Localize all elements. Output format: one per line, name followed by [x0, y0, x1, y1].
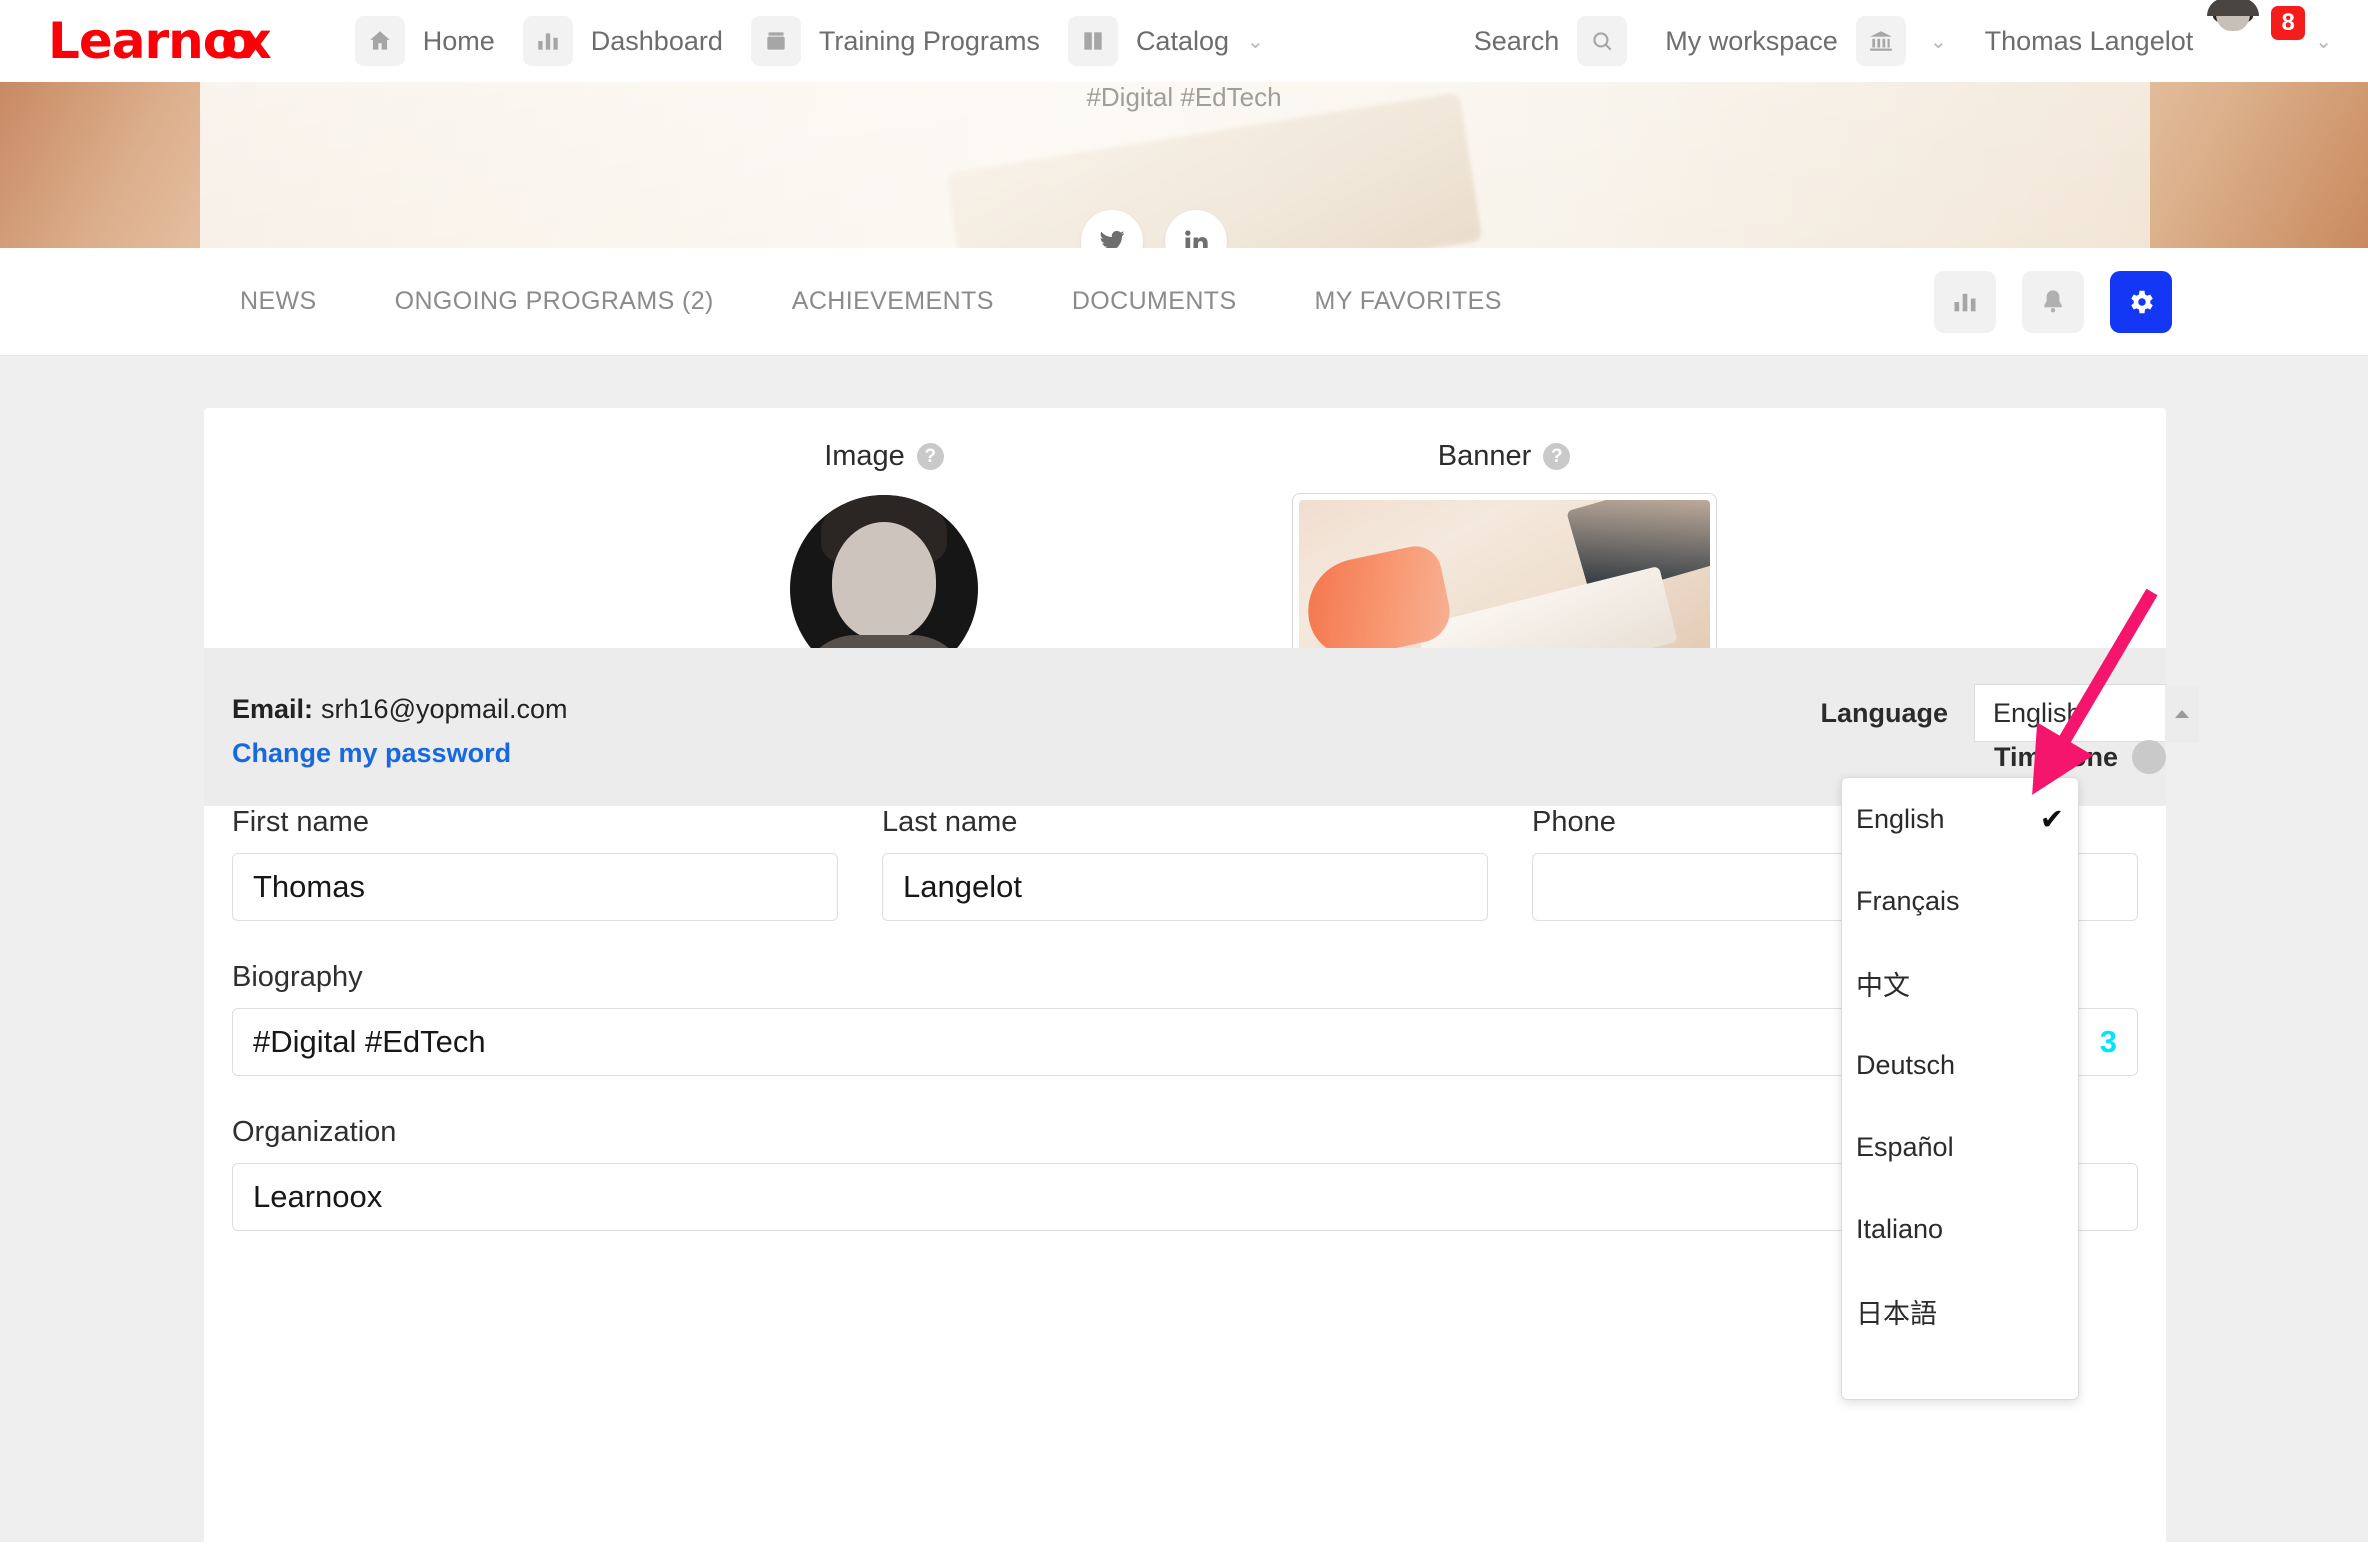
- last-name-field: Last name Langelot: [882, 806, 1488, 921]
- nav-item-dashboard-label: Dashboard: [590, 25, 723, 56]
- nav-item-home-label: Home: [422, 25, 495, 56]
- search-label[interactable]: Search: [1474, 26, 1560, 57]
- tab-documents[interactable]: DOCUMENTS: [1072, 287, 1237, 316]
- change-password-link[interactable]: Change my password: [232, 738, 511, 769]
- linkedin-icon[interactable]: [1165, 210, 1227, 248]
- language-option-italiano[interactable]: Italiano: [1842, 1188, 2078, 1270]
- timezone-help-icon[interactable]: [2132, 740, 2166, 774]
- image-label: Image: [824, 440, 905, 472]
- home-icon: [354, 16, 405, 66]
- hidden-field-value: 3: [2099, 1024, 2117, 1059]
- folder-icon: [750, 16, 801, 66]
- language-option-japanese[interactable]: 日本語: [1842, 1270, 2078, 1352]
- email-row: Email: srh16@yopmail.com: [232, 694, 568, 725]
- language-option-espanol-label: Español: [1856, 1131, 1954, 1162]
- last-name-input[interactable]: Langelot: [882, 853, 1488, 921]
- banner-help-icon[interactable]: ?: [1543, 443, 1571, 470]
- nav-item-dashboard[interactable]: Dashboard: [522, 16, 723, 66]
- banner-label: Banner: [1437, 440, 1532, 472]
- image-help-icon[interactable]: ?: [916, 443, 944, 470]
- book-icon: [1067, 16, 1118, 66]
- check-icon: ✔: [2039, 803, 2064, 836]
- language-row: Language English: [1820, 684, 2199, 743]
- avatar[interactable]: 8: [2207, 0, 2306, 70]
- user-name-label[interactable]: Thomas Langelot: [1985, 26, 2194, 57]
- language-label: Language: [1820, 697, 1948, 728]
- profile-image-block: Image ?: [734, 440, 1034, 683]
- tab-my-favorites[interactable]: MY FAVORITES: [1315, 287, 1502, 316]
- email-value: srh16@yopmail.com: [321, 694, 568, 724]
- language-option-deutsch-label: Deutsch: [1856, 1049, 1956, 1080]
- timezone-row: Timezone: [1994, 740, 2166, 774]
- chevron-up-icon[interactable]: [2165, 685, 2199, 743]
- notifications-button[interactable]: [2022, 270, 2084, 333]
- language-select-value: English: [1993, 697, 2082, 728]
- language-option-francais-label: Français: [1856, 885, 1960, 916]
- user-chevron-down-icon[interactable]: ⌄: [2315, 29, 2332, 54]
- language-option-italiano-label: Italiano: [1856, 1213, 1944, 1244]
- banner-label-row: Banner ?: [1264, 440, 1744, 473]
- language-option-deutsch[interactable]: Deutsch: [1842, 1024, 2078, 1106]
- nav-item-training-programs[interactable]: Training Programs: [750, 16, 1040, 66]
- nav-item-catalog-label: Catalog: [1135, 25, 1230, 56]
- media-row: Image ? Banner ?: [204, 408, 2166, 689]
- profile-tabs: NEWS ONGOING PROGRAMS (2) ACHIEVEMENTS D…: [240, 287, 1580, 316]
- primary-nav-items: Home Dashboard Training Programs Catalog…: [354, 16, 1292, 66]
- brand-logo[interactable]: Learnoox: [48, 12, 272, 70]
- first-name-label: First name: [232, 806, 369, 838]
- profile-face: [832, 522, 936, 641]
- settings-button[interactable]: [2110, 270, 2172, 333]
- workspace-chevron-down-icon[interactable]: ⌄: [1930, 29, 1947, 54]
- first-name-field: First name Thomas: [232, 806, 838, 921]
- timezone-label: Timezone: [1993, 741, 2118, 772]
- brand-logo-text-2: x: [239, 12, 271, 70]
- hero-banner: #Digital #EdTech: [0, 82, 2368, 248]
- language-option-japanese-label: 日本語: [1856, 1298, 1937, 1329]
- brand-logo-text-oo: oo: [202, 12, 256, 70]
- top-navigation-bar: Learnoox Home Dashboard Training Program…: [0, 0, 2368, 82]
- nav-item-home[interactable]: Home: [354, 16, 495, 66]
- brand-logo-text-1: Learn: [48, 12, 204, 70]
- notification-badge[interactable]: 8: [2271, 6, 2306, 40]
- search-icon[interactable]: [1577, 16, 1628, 66]
- profile-tab-bar: NEWS ONGOING PROGRAMS (2) ACHIEVEMENTS D…: [0, 248, 2368, 356]
- social-links: [0, 210, 2338, 248]
- language-option-espanol[interactable]: Español: [1842, 1106, 2078, 1188]
- last-name-label: Last name: [882, 806, 1018, 838]
- tab-news[interactable]: NEWS: [240, 287, 317, 316]
- email-label: Email:: [232, 694, 314, 724]
- bank-icon[interactable]: [1855, 16, 1906, 66]
- first-name-input[interactable]: Thomas: [232, 853, 838, 921]
- language-option-chinese-label: 中文: [1856, 970, 1910, 1001]
- twitter-icon[interactable]: [1081, 210, 1143, 248]
- language-option-francais[interactable]: Français: [1842, 860, 2078, 942]
- tab-ongoing-programs[interactable]: ONGOING PROGRAMS (2): [395, 287, 714, 316]
- language-dropdown-menu[interactable]: English ✔ Français 中文 Deutsch Español It…: [1841, 777, 2079, 1400]
- language-option-english-label: English: [1856, 803, 1945, 834]
- language-select[interactable]: English: [1974, 684, 2199, 743]
- language-option-english[interactable]: English ✔: [1842, 778, 2078, 860]
- nav-item-catalog[interactable]: Catalog ⌄: [1067, 16, 1264, 66]
- image-label-row: Image ?: [734, 440, 1034, 473]
- statistics-button[interactable]: [1934, 270, 1996, 333]
- tab-bar-actions: [1934, 270, 2172, 333]
- tab-achievements[interactable]: ACHIEVEMENTS: [792, 287, 994, 316]
- hero-tagline: #Digital #EdTech: [1086, 82, 1282, 112]
- biography-value: #Digital #EdTech: [253, 1024, 486, 1059]
- language-option-chinese[interactable]: 中文: [1842, 942, 2078, 1024]
- workspace-label[interactable]: My workspace: [1665, 26, 1838, 57]
- bar-chart-icon: [522, 16, 573, 66]
- nav-item-training-programs-label: Training Programs: [818, 25, 1040, 56]
- secondary-nav-items: Search My workspace ⌄ Thomas Langelot 8 …: [1474, 0, 2332, 70]
- chevron-down-icon[interactable]: ⌄: [1247, 29, 1264, 54]
